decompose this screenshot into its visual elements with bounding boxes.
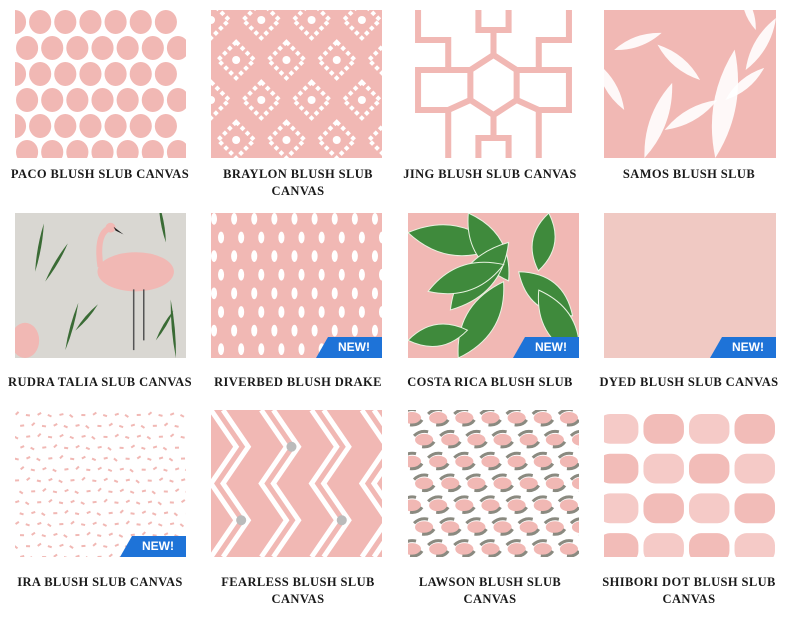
product-title[interactable]: JING BLUSH SLUB CANVAS [395, 166, 585, 183]
fabric-swatch-image[interactable] [211, 410, 382, 557]
new-badge-label: NEW! [535, 340, 567, 354]
fabric-swatch-image[interactable]: NEW! [211, 213, 382, 358]
product-title[interactable]: COSTA RICA BLUSH SLUB [395, 374, 585, 391]
fabric-swatch-image[interactable] [408, 10, 579, 158]
product-title-line: LAWSON BLUSH SLUB [418, 575, 562, 589]
fabric-swatch-image[interactable]: NEW! [15, 410, 186, 557]
product-title[interactable]: RIVERBED BLUSH DRAKE [203, 374, 393, 391]
new-badge: NEW! [513, 337, 579, 358]
product-title-line: FEARLESS BLUSH SLUB [221, 575, 375, 589]
new-badge: NEW! [120, 536, 186, 557]
new-badge: NEW! [710, 337, 776, 358]
new-badge-label: NEW! [142, 539, 174, 553]
new-badge-label: NEW! [732, 340, 764, 354]
product-title[interactable]: FEARLESS BLUSH SLUB CANVAS [203, 574, 393, 608]
product-title[interactable]: LAWSON BLUSH SLUB CANVAS [395, 574, 585, 608]
product-title[interactable]: PACO BLUSH SLUB CANVAS [5, 166, 195, 183]
product-title-line: CANVAS [271, 592, 325, 606]
fabric-swatch-image[interactable] [15, 213, 186, 358]
fabric-swatch-image[interactable]: NEW! [408, 213, 579, 358]
product-title-line: CANVAS [463, 592, 517, 606]
fabric-swatch-image[interactable] [408, 410, 579, 557]
fabric-swatch-image[interactable] [211, 10, 382, 158]
fabric-swatch-image[interactable] [15, 10, 186, 158]
product-title[interactable]: IRA BLUSH SLUB CANVAS [5, 574, 195, 591]
product-title-line: CANVAS [662, 592, 716, 606]
product-title[interactable]: BRAYLON BLUSH SLUB CANVAS [203, 166, 393, 200]
product-title-line: SHIBORI DOT BLUSH SLUB [602, 575, 776, 589]
product-title[interactable]: SAMOS BLUSH SLUB [594, 166, 784, 183]
fabric-swatch-image[interactable] [604, 10, 776, 158]
product-title[interactable]: DYED BLUSH SLUB CANVAS [594, 374, 784, 391]
fabric-swatch-image[interactable] [604, 410, 776, 557]
product-title-line: BRAYLON BLUSH SLUB [223, 167, 373, 181]
new-badge-label: NEW! [338, 340, 370, 354]
fabric-swatch-image[interactable]: NEW! [604, 213, 776, 358]
product-title-line: CANVAS [271, 184, 325, 198]
product-title[interactable]: SHIBORI DOT BLUSH SLUB CANVAS [594, 574, 784, 608]
new-badge: NEW! [316, 337, 382, 358]
product-title[interactable]: RUDRA TALIA SLUB CANVAS [5, 374, 195, 391]
